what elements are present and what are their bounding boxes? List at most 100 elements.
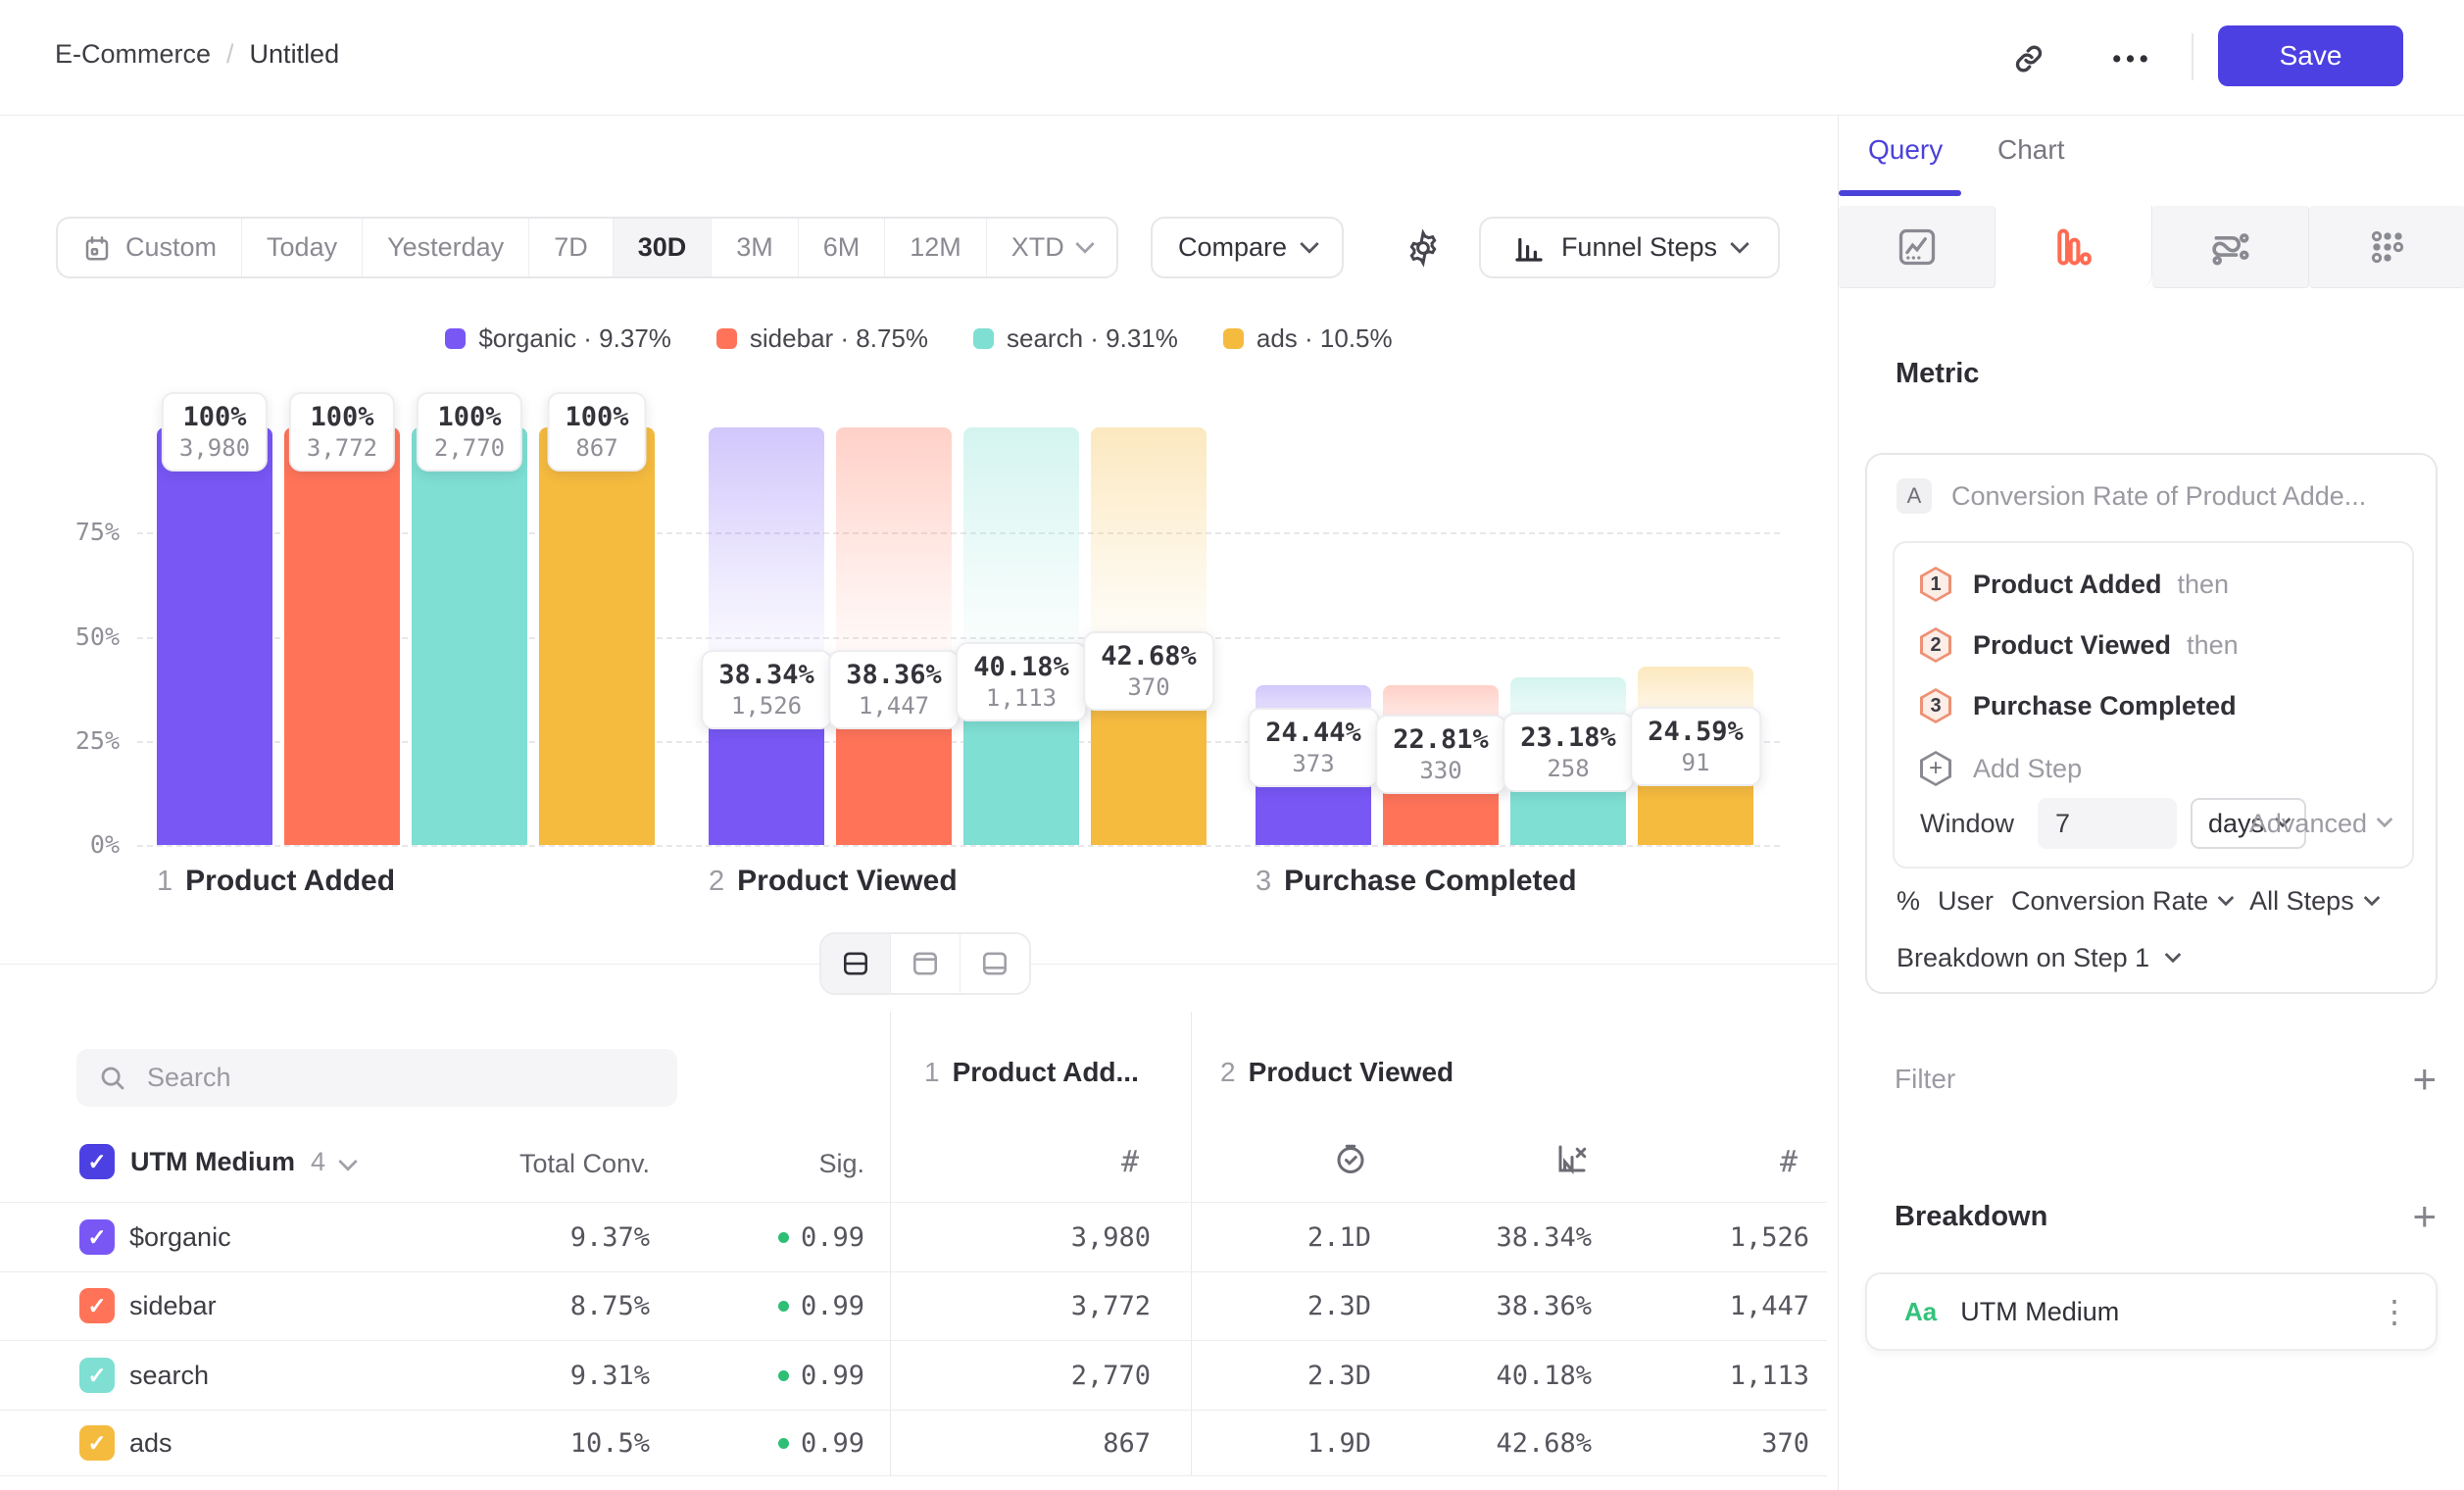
table-step1-header[interactable]: 1Product Add... [924,1057,1139,1088]
window-value-input[interactable] [2038,798,2177,849]
y-axis-tick: 50% [18,622,120,651]
range-6m[interactable]: 6M [799,219,886,276]
legend-item[interactable]: $organic · 9.37% [445,323,671,354]
sig-dot [778,1438,789,1449]
layout-table-only-button[interactable] [961,934,1029,993]
tab-funnels-active[interactable] [1996,206,2152,288]
row-name: $organic [129,1203,231,1271]
chevron-down-icon[interactable] [338,1152,358,1171]
row-total-conv: 9.37% [470,1203,650,1271]
chart-type-button[interactable]: Funnel Steps [1479,217,1780,278]
row-sig: 0.99 [686,1203,864,1271]
row-checkbox[interactable]: ✓ [79,1358,115,1393]
metric-letter-badge: A [1897,478,1932,514]
kebab-menu-icon[interactable]: ⋮ [2379,1293,2410,1330]
compare-button[interactable]: Compare [1151,217,1344,278]
legend-item[interactable]: sidebar · 8.75% [716,323,928,354]
bar-value-label: 38.34%1,526 [701,650,832,729]
range-7d[interactable]: 7D [529,219,614,276]
row-sig: 0.99 [686,1341,864,1410]
row-checkbox[interactable]: ✓ [79,1425,115,1461]
table-row[interactable]: ✓ ads 10.5% 0.99 867 1.9D 42.68% 370 [0,1411,1827,1476]
range-12m[interactable]: 12M [885,219,987,276]
scope-selector[interactable]: All Steps [2249,886,2378,917]
range-xtd[interactable]: XTD [987,219,1116,276]
funnel-bar-step1-organic[interactable] [157,427,272,845]
step-row-1[interactable]: 1 Product Addedthen [1895,557,2412,612]
row-sig: 0.99 [686,1411,864,1475]
legend-label: ads · 10.5% [1257,323,1393,354]
search-input[interactable] [145,1062,619,1094]
funnel-bar-step1-sidebar[interactable] [284,427,400,845]
count-metric-icon[interactable]: # [1121,1145,1139,1179]
chevron-down-icon [1075,234,1095,254]
select-all-checkbox[interactable]: ✓ [79,1144,115,1179]
range-12m-label: 12M [910,232,961,263]
row-checkbox[interactable]: ✓ [79,1288,115,1323]
conversion-rate-metric-button[interactable] [1551,1137,1594,1180]
flow-icon [2209,225,2252,269]
legend-item[interactable]: ads · 10.5% [1223,323,1393,354]
table-search [76,1049,677,1107]
row-checkbox[interactable]: ✓ [79,1219,115,1255]
chart-settings-button[interactable] [1396,221,1451,275]
table-row[interactable]: ✓ search 9.31% 0.99 2,770 2.3D 40.18% 1,… [0,1341,1827,1411]
funnel-bar-step1-search[interactable] [412,427,527,845]
save-button[interactable]: Save [2218,25,2403,86]
sig-column-header[interactable]: Sig. [745,1149,864,1179]
range-custom[interactable]: Custom [58,219,242,276]
range-30d-label: 30D [638,232,687,263]
add-filter-button[interactable]: + [2412,1060,2437,1099]
tab-query[interactable]: Query [1868,134,1943,166]
row-avg-time: 1.9D [1215,1411,1371,1475]
layout-chart-only-button[interactable] [891,934,961,993]
active-tab-underline [1839,190,1961,196]
save-button-label: Save [2280,40,2342,72]
range-yesterday[interactable]: Yesterday [363,219,529,276]
avg-time-metric-button[interactable] [1329,1137,1372,1180]
breakdown-on-step-selector[interactable]: Breakdown on Step 1 [1897,943,2179,973]
rate-selector[interactable]: Conversion Rate [2011,886,2232,917]
funnel-report-app: E-Commerce / Untitled ••• Save Custom To… [0,0,2464,1490]
funnel-bars-icon [2052,225,2095,269]
more-menu-button[interactable]: ••• [2103,37,2162,80]
bar-value-label: 24.59%91 [1630,707,1761,786]
metric-title[interactable]: Conversion Rate of Product Adde... [1951,478,2366,514]
legend-item[interactable]: search · 9.31% [973,323,1178,354]
compare-label: Compare [1178,232,1287,263]
metric-heading: Metric [1896,358,1979,390]
range-today-label: Today [267,232,337,263]
layout-split-button[interactable] [821,934,891,993]
chevron-down-icon [2363,889,2380,906]
group-by-label[interactable]: UTM Medium [130,1147,295,1177]
step-row-2[interactable]: 2 Product Viewedthen [1895,618,2412,672]
legend-label: $organic · 9.37% [478,323,671,354]
table-step2-header[interactable]: 2Product Viewed [1220,1057,1454,1088]
tab-retention[interactable] [2309,206,2464,288]
count-metric-icon[interactable]: # [1780,1145,1798,1179]
share-link-button[interactable] [2007,37,2050,80]
table-row[interactable]: ✓ sidebar 8.75% 0.99 3,772 2.3D 38.36% 1… [0,1271,1827,1341]
add-breakdown-button[interactable]: + [2412,1197,2437,1236]
range-30d-active[interactable]: 30D [614,219,713,276]
tab-chart[interactable]: Chart [1997,134,2064,166]
tab-flows[interactable] [2152,206,2309,288]
advanced-toggle[interactable]: Advanced [2249,809,2390,839]
funnel-steps-icon [1512,231,1546,265]
page-title[interactable]: Untitled [250,39,340,70]
time-check-icon [1333,1141,1368,1176]
step-label-1: 1Product Added [157,865,395,898]
range-3m[interactable]: 3M [712,219,799,276]
tab-insights[interactable] [1839,206,1996,288]
breakdown-item-card[interactable]: Aa UTM Medium ⋮ [1865,1272,2438,1351]
breadcrumb-project[interactable]: E-Commerce [55,39,211,70]
group-count: 4 [311,1147,325,1177]
step-row-3[interactable]: 3 Purchase Completed [1895,678,2412,733]
table-row[interactable]: ✓ $organic 9.37% 0.99 3,980 2.1D 38.34% … [0,1203,1827,1272]
funnel-bar-step1-ads[interactable] [539,427,655,845]
total-conv-column-header[interactable]: Total Conv. [470,1149,650,1179]
layout-split-icon [841,949,870,978]
add-step-row[interactable]: + Add Step [1895,741,2412,796]
entity-selector[interactable]: User [1938,886,1994,917]
range-today[interactable]: Today [242,219,363,276]
